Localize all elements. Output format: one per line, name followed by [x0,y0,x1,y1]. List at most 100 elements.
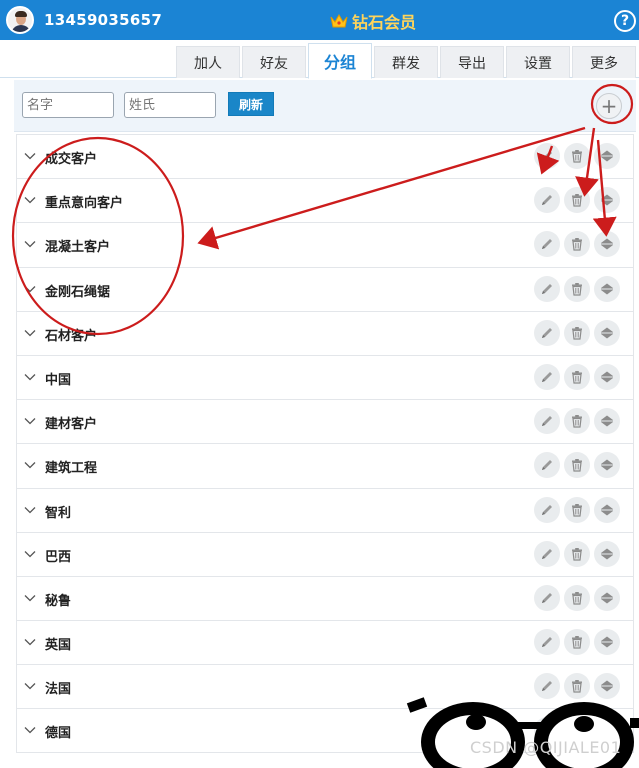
trash-icon [572,459,582,472]
name-input[interactable] [22,92,114,118]
trash-icon [572,636,582,649]
edit-group-button[interactable] [534,275,560,302]
trash-icon [572,194,582,207]
chevron-down-icon[interactable] [23,503,37,517]
edit-group-button[interactable] [534,187,560,214]
reorder-group-button[interactable] [594,143,620,169]
pencil-icon [542,327,552,338]
group-row[interactable]: 智利 [16,487,634,532]
group-row[interactable]: 石材客户 [16,310,634,355]
tab-settings[interactable]: 设置 [506,46,570,78]
reorder-group-button[interactable] [594,496,620,523]
chevron-down-icon[interactable] [23,149,37,163]
group-row[interactable]: 法国 [16,664,634,709]
group-row[interactable]: 建材客户 [16,399,634,444]
chevron-down-icon[interactable] [23,458,37,472]
chevron-down-icon[interactable] [23,635,37,649]
tab-more[interactable]: 更多 [572,46,636,78]
edit-group-button[interactable] [534,496,560,523]
chevron-down-icon[interactable] [23,326,37,340]
edit-group-button[interactable] [534,452,560,479]
trash-icon [572,326,582,340]
delete-group-button[interactable] [564,452,590,479]
sort-arrows-icon [601,680,613,692]
edit-group-button[interactable] [534,584,560,611]
reorder-group-button[interactable] [594,584,620,611]
group-row[interactable]: 混凝土客户 [16,222,634,267]
surname-input[interactable] [124,92,216,118]
chevron-down-icon[interactable] [23,237,37,251]
reorder-group-button[interactable] [594,231,620,258]
chevron-down-icon[interactable] [23,591,37,605]
delete-group-button[interactable] [564,319,590,346]
help-button[interactable]: ? [614,10,636,32]
delete-group-button[interactable] [564,187,590,214]
trash-icon [572,680,582,693]
group-name: 混凝土客户 [45,240,111,256]
vip-badge[interactable]: 钻石会员 [330,9,416,33]
delete-group-button[interactable] [564,540,590,567]
edit-group-button[interactable] [534,143,560,169]
user-avatar[interactable] [6,6,34,34]
chevron-down-icon[interactable] [23,193,37,207]
group-row[interactable]: 英国 [16,620,634,665]
group-name: 石材客户 [45,328,98,344]
tab-friends[interactable]: 好友 [242,46,306,78]
delete-group-button[interactable] [564,363,590,390]
trash-icon [572,503,582,517]
reorder-group-button[interactable] [594,629,620,656]
edit-group-button[interactable] [534,673,560,700]
edit-group-button[interactable] [534,540,560,567]
delete-group-button[interactable] [564,496,590,523]
delete-group-button[interactable] [564,231,590,258]
reorder-group-button[interactable] [594,540,620,567]
trash-icon [572,238,582,251]
chevron-down-icon[interactable] [23,679,37,693]
tab-export[interactable]: 导出 [440,46,504,78]
group-row[interactable]: 成交客户 [16,134,634,179]
trash-icon [572,370,582,384]
edit-group-button[interactable] [534,629,560,656]
sort-arrows-icon [601,724,613,736]
sort-arrows-icon [601,504,613,515]
delete-group-button[interactable] [564,275,590,302]
reorder-group-button[interactable] [594,452,620,479]
reorder-group-button[interactable] [594,319,620,346]
add-group-button[interactable]: + [596,93,622,119]
chevron-down-icon[interactable] [23,547,37,561]
group-row[interactable]: 秘鲁 [16,575,634,621]
delete-group-button[interactable] [564,584,590,611]
delete-group-button[interactable] [564,673,590,700]
reorder-group-button[interactable] [594,275,620,302]
chevron-down-icon[interactable] [23,282,37,296]
chevron-down-icon[interactable] [23,370,37,384]
delete-group-button[interactable] [564,143,590,169]
reorder-group-button[interactable] [594,187,620,214]
group-row[interactable]: 中国 [16,354,634,400]
delete-group-button[interactable] [564,629,590,656]
reorder-group-button[interactable] [594,673,620,700]
trash-icon [572,150,582,163]
tab-groups[interactable]: 分组 [308,43,372,79]
reorder-group-button[interactable] [594,408,620,435]
trash-icon [572,547,582,561]
group-row[interactable]: 建筑工程 [16,443,634,488]
tab-broadcast[interactable]: 群发 [374,46,438,78]
pencil-icon [542,239,552,250]
chevron-down-icon[interactable] [23,414,37,428]
edit-group-button[interactable] [534,363,560,390]
edit-group-button[interactable] [534,231,560,258]
pencil-icon [542,637,552,648]
sort-arrows-icon [601,283,613,295]
reorder-group-button[interactable] [594,363,620,390]
group-row[interactable]: 重点意向客户 [16,178,634,223]
chevron-down-icon[interactable] [23,723,37,737]
edit-group-button[interactable] [534,319,560,346]
group-row[interactable]: 巴西 [16,531,634,576]
refresh-button[interactable]: 刷新 [228,92,274,116]
edit-group-button[interactable] [534,408,560,435]
delete-group-button[interactable] [564,408,590,435]
group-row[interactable]: 金刚石绳锯 [16,266,634,311]
tab-add[interactable]: 加人 [176,46,240,78]
group-name: 重点意向客户 [45,196,124,212]
